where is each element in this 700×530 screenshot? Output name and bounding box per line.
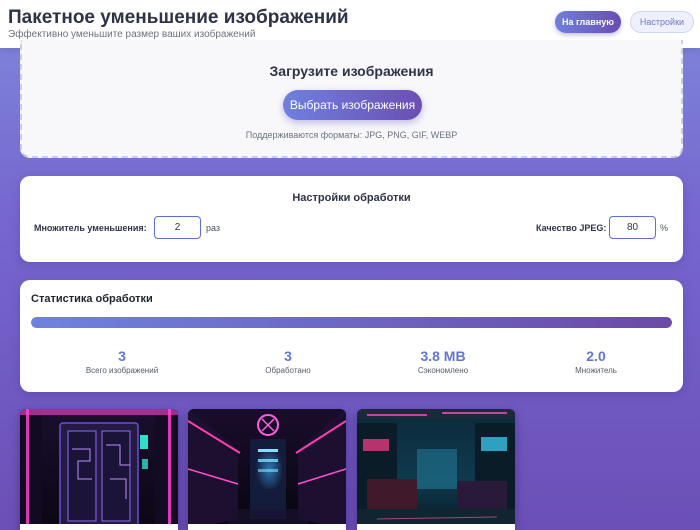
stats-title: Статистика обработки xyxy=(31,293,153,305)
settings-button[interactable]: Настройки xyxy=(630,11,694,33)
multiplier-label: Множитель уменьшения: xyxy=(34,223,147,233)
stat-saved: 3.8 MB Сэкономлено xyxy=(383,348,503,375)
stat-value: 2.0 xyxy=(586,348,606,364)
supported-formats-text: Поддерживаются форматы: JPG, PNG, GIF, W… xyxy=(245,130,458,140)
settings-title: Настройки обработки xyxy=(292,192,411,204)
stat-value: 3 xyxy=(284,348,292,364)
multiplier-input[interactable] xyxy=(154,216,201,239)
stat-value: 3 xyxy=(118,348,126,364)
upload-dropzone[interactable]: Загрузите изображения Выбрать изображени… xyxy=(20,40,683,158)
image-card-footer xyxy=(20,524,178,530)
jpeg-quality-label: Качество JPEG: xyxy=(536,223,607,233)
neon-corridor-image xyxy=(188,409,346,530)
stat-multiplier: 2.0 Множитель xyxy=(536,348,656,375)
progress-bar-fill xyxy=(31,317,672,328)
image-card-1[interactable] xyxy=(20,409,178,530)
page-subtitle: Эффективно уменьшите размер ваших изобра… xyxy=(8,29,256,40)
home-button[interactable]: На главную xyxy=(555,11,621,33)
image-card-footer xyxy=(188,524,346,530)
multiplier-unit: раз xyxy=(206,223,221,233)
cyberpunk-door-image xyxy=(20,409,178,530)
jpeg-quality-unit: % xyxy=(660,223,669,233)
stat-total-images: 3 Всего изображений xyxy=(62,348,182,375)
image-card-2[interactable] xyxy=(188,409,346,530)
stat-label: Всего изображений xyxy=(85,366,159,375)
upload-title: Загрузите изображения xyxy=(269,63,434,79)
stat-value: 3.8 MB xyxy=(420,348,466,364)
processing-settings-card: Настройки обработки Множитель уменьшения… xyxy=(20,176,683,262)
choose-images-button[interactable]: Выбрать изображения xyxy=(283,90,422,120)
page-title: Пакетное уменьшение изображений xyxy=(8,7,349,28)
image-card-footer xyxy=(357,524,515,530)
stat-processed: 3 Обработано xyxy=(228,348,348,375)
stat-label: Множитель xyxy=(575,366,617,375)
stat-label: Сэкономлено xyxy=(417,366,469,375)
stat-label: Обработано xyxy=(265,366,311,375)
image-card-3[interactable] xyxy=(357,409,515,530)
progress-bar xyxy=(31,317,672,328)
neon-street-image xyxy=(357,409,515,530)
jpeg-quality-input[interactable] xyxy=(609,216,656,239)
processing-stats-card: Статистика обработки 3 Всего изображений… xyxy=(20,280,683,392)
